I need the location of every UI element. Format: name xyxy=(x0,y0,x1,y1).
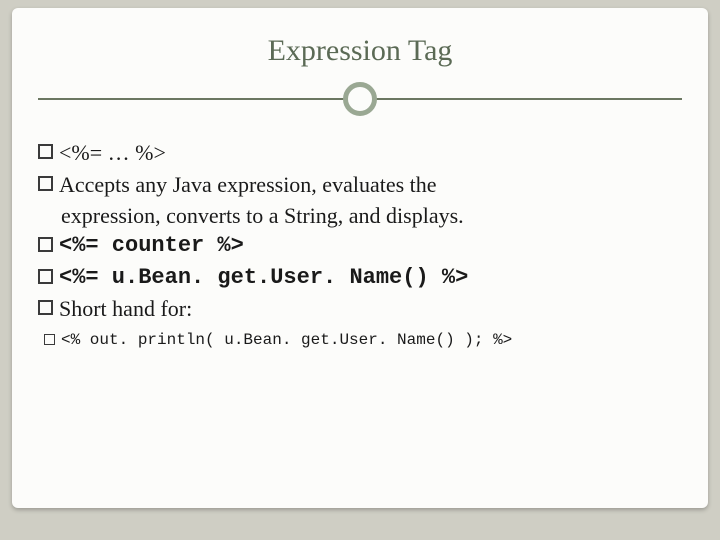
divider-circle-icon xyxy=(343,82,377,116)
bullet-item: Accepts any Java expression, evaluates t… xyxy=(38,170,682,200)
bullet-item: <%= … %> xyxy=(38,138,682,168)
bullet-code: <%= u.Bean. get.User. Name() %> xyxy=(59,263,468,293)
bullet-continuation: expression, converts to a String, and di… xyxy=(38,201,682,231)
slide-content: <%= … %> Accepts any Java expression, ev… xyxy=(38,138,682,352)
bullet-code: <%= counter %> xyxy=(59,231,244,261)
square-bullet-icon xyxy=(38,176,53,191)
sub-bullet-code: <% out. println( u.Bean. get.User. Name(… xyxy=(61,330,512,352)
bullet-text: <%= … %> xyxy=(59,138,166,168)
divider xyxy=(38,80,682,120)
sub-bullet-item: <% out. println( u.Bean. get.User. Name(… xyxy=(38,330,682,352)
bullet-item: <%= u.Bean. get.User. Name() %> xyxy=(38,263,682,293)
slide-card: Expression Tag <%= … %> Accepts any Java… xyxy=(12,8,708,508)
bullet-text: Accepts any Java expression, evaluates t… xyxy=(59,170,437,200)
square-bullet-icon xyxy=(38,269,53,284)
square-bullet-icon xyxy=(44,334,55,345)
bullet-item: Short hand for: xyxy=(38,294,682,324)
square-bullet-icon xyxy=(38,237,53,252)
square-bullet-icon xyxy=(38,144,53,159)
square-bullet-icon xyxy=(38,300,53,315)
bullet-item: <%= counter %> xyxy=(38,231,682,261)
bullet-text: Short hand for: xyxy=(59,294,192,324)
slide-title: Expression Tag xyxy=(38,34,682,68)
